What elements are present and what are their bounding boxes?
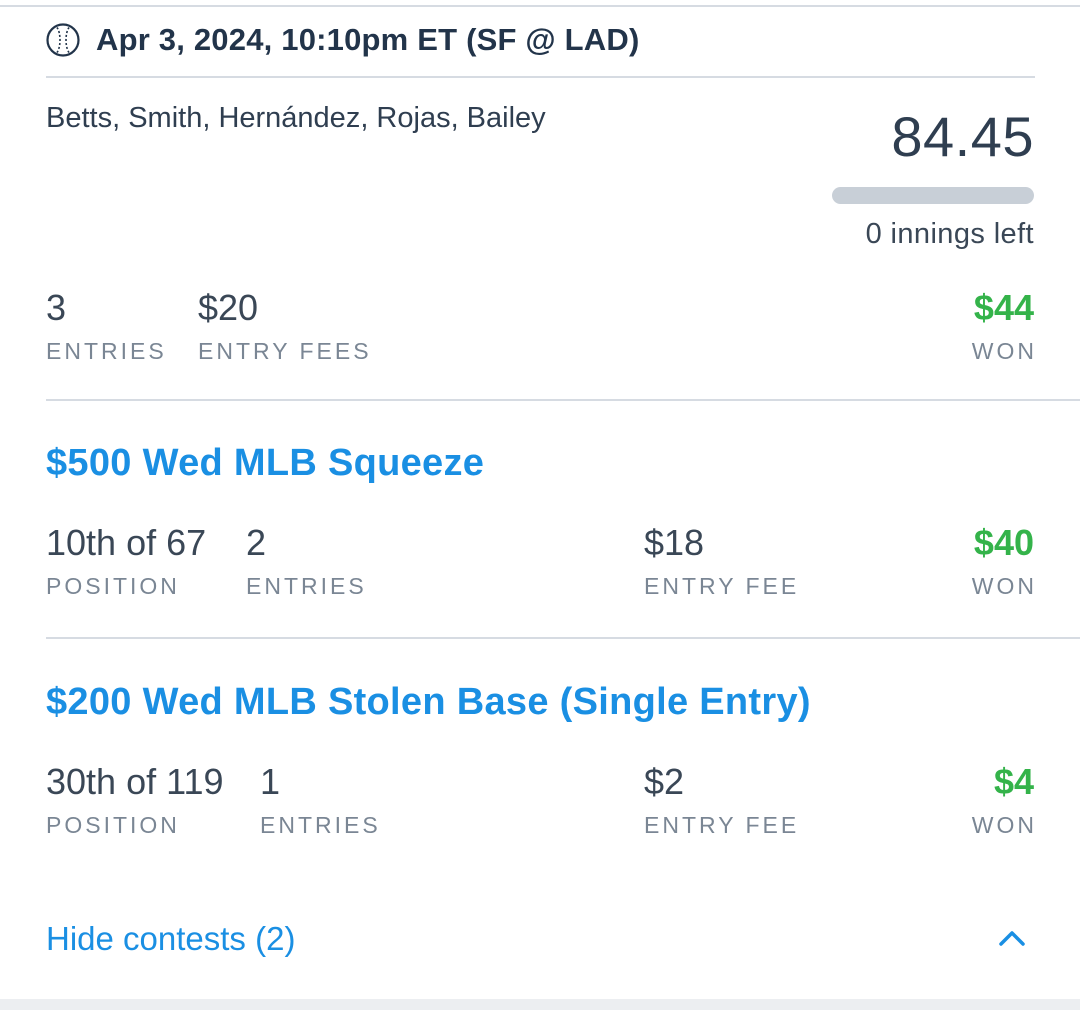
- divider: [46, 76, 1035, 78]
- game-header: Apr 3, 2024, 10:10pm ET (SF @ LAD): [46, 22, 640, 58]
- divider: [46, 399, 1080, 401]
- contest-position: 30th of 119 POSITION: [46, 764, 224, 837]
- contest-position-label: POSITION: [46, 573, 180, 599]
- summary-fees: $20 ENTRY FEES: [198, 290, 372, 363]
- contest-entry-fee-value: $2: [644, 761, 685, 802]
- contest-entry-fee: $2 ENTRY FEE: [644, 764, 799, 837]
- contest-entries-label: ENTRIES: [246, 573, 367, 599]
- contest-won: $4 WON: [972, 764, 1034, 837]
- contest-entry-fee-label: ENTRY FEE: [644, 573, 800, 599]
- contest-title-link[interactable]: $500 Wed MLB Squeeze: [46, 442, 484, 485]
- contest-won-label: WON: [971, 812, 1037, 838]
- contest-entries: 2 ENTRIES: [246, 525, 367, 598]
- baseball-icon: [46, 23, 80, 57]
- hide-contests-link[interactable]: Hide contests (2): [46, 920, 295, 958]
- summary-fees-label: ENTRY FEES: [198, 338, 372, 364]
- contest-won-value: $4: [993, 761, 1034, 802]
- contest-won: $40 WON: [972, 525, 1034, 598]
- contest-title-link[interactable]: $200 Wed MLB Stolen Base (Single Entry): [46, 681, 811, 724]
- card-top-border: [0, 0, 1080, 7]
- chevron-up-icon[interactable]: [996, 926, 1028, 950]
- summary-entries: 3 ENTRIES: [46, 290, 167, 363]
- contest-won-value: $40: [973, 522, 1034, 563]
- contest-entry-fee-label: ENTRY FEE: [644, 812, 800, 838]
- summary-entries-value: 3: [46, 287, 67, 328]
- contest-entry-fee-value: $18: [644, 522, 705, 563]
- summary-won-value: $44: [973, 287, 1034, 328]
- card-bottom-band: [0, 999, 1080, 1010]
- contest-won-label: WON: [971, 573, 1037, 599]
- summary-won: $44 WON: [972, 290, 1034, 363]
- summary-fees-value: $20: [198, 287, 259, 328]
- game-title: Apr 3, 2024, 10:10pm ET (SF @ LAD): [96, 22, 640, 57]
- contest-entries: 1 ENTRIES: [260, 764, 381, 837]
- contest-position-value: 30th of 119: [46, 761, 224, 802]
- contest-entries-value: 1: [260, 761, 281, 802]
- contest-entry-fee: $18 ENTRY FEE: [644, 525, 799, 598]
- innings-left: 0 innings left: [865, 218, 1034, 250]
- summary-won-label: WON: [971, 338, 1037, 364]
- contest-position-value: 10th of 67: [46, 522, 207, 563]
- lineup-players: Betts, Smith, Hernández, Rojas, Bailey: [46, 102, 546, 134]
- contest-entries-value: 2: [246, 522, 267, 563]
- innings-progress-bar: [832, 187, 1034, 204]
- contest-position: 10th of 67 POSITION: [46, 525, 206, 598]
- summary-entries-label: ENTRIES: [46, 338, 167, 364]
- contest-entries-label: ENTRIES: [260, 812, 381, 838]
- lineup-score: 84.45: [891, 105, 1034, 168]
- contest-position-label: POSITION: [46, 812, 180, 838]
- divider: [46, 637, 1080, 639]
